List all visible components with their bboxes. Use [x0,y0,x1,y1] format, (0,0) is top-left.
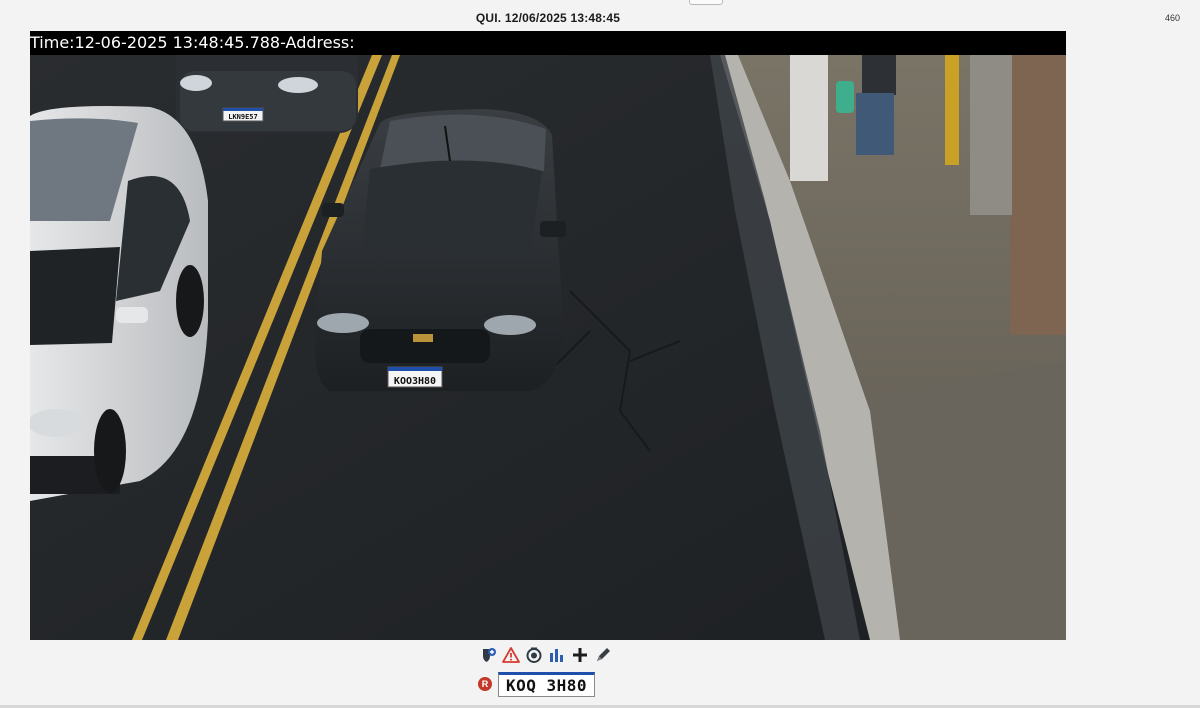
camera-scene: LKN9E57 KOO3H80 [30,31,1066,640]
main-car-plate: KOO3H80 [394,376,436,387]
edit-pen-icon[interactable] [593,646,612,665]
warning-icon[interactable] [501,646,520,665]
recognition-row: R KOQ 3H80 [478,670,595,698]
gate [1010,55,1066,335]
shield-plus-icon[interactable] [478,646,497,665]
header-counter: 460 [1164,13,1180,23]
camera-icon[interactable] [524,646,543,665]
header-datetime: QUI. 12/06/2025 13:48:45 [475,11,621,25]
yellow-post [945,55,959,165]
plus-icon[interactable] [570,646,589,665]
pedestrian-bag [836,81,854,113]
overlay-text: Time:12-06-2025 13:48:45.788-Address: [30,33,355,52]
pedestrian-torso [862,55,896,95]
top-tab-handle[interactable] [689,0,723,5]
recognition-badge: R [478,677,492,691]
wall [970,55,1012,215]
recognized-plate-field[interactable]: KOQ 3H80 [498,671,595,697]
pole [790,55,828,181]
pedestrian-legs [856,93,894,155]
bar-chart-icon[interactable] [547,646,566,665]
parked-car-plate: LKN9E57 [228,113,258,121]
overlay-bar: Time:12-06-2025 13:48:45.788-Address: [30,31,1066,55]
toolbar [478,645,612,665]
camera-view[interactable]: LKN9E57 KOO3H80 Time:12-06-2025 13:48:45… [30,31,1066,640]
